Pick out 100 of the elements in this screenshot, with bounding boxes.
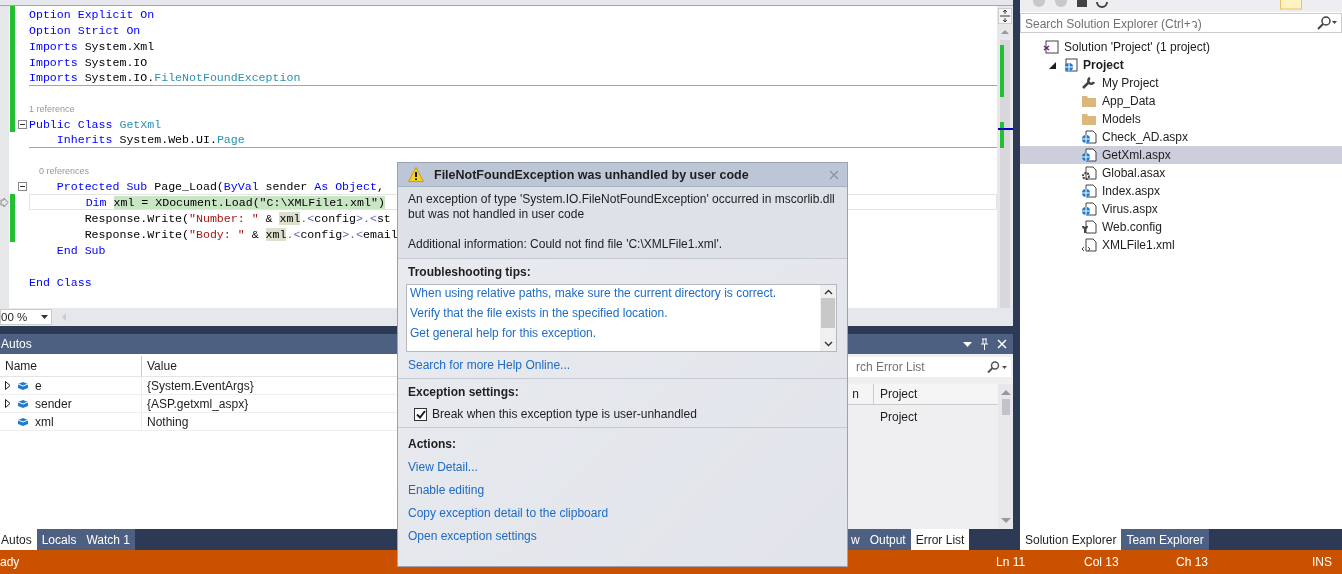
column-header[interactable]: Project	[874, 384, 918, 404]
gear-page-icon	[1081, 166, 1097, 180]
tree-item[interactable]: XMLFile1.xml	[1020, 236, 1342, 254]
variable-value: Nothing	[146, 414, 189, 429]
folder-icon	[1081, 94, 1097, 108]
code-line: Option Strict On	[29, 23, 141, 37]
tip-link[interactable]: Verify that the file exists in the specified location.	[410, 306, 817, 320]
tip-link[interactable]: Get general help for this exception.	[410, 326, 817, 340]
checkbox[interactable]	[414, 407, 427, 421]
dropdown-arrow-icon	[41, 315, 48, 319]
refresh-icon[interactable]	[1096, 0, 1108, 8]
additional-information: Additional information: Could not find file 'C:\XMLFile1.xml'.	[408, 237, 724, 252]
variable-icon	[17, 416, 29, 427]
variable-icon	[17, 398, 29, 409]
tree-item[interactable]: Index.aspx	[1020, 182, 1342, 200]
web-page-icon	[1081, 148, 1097, 162]
tree-item[interactable]: Project	[1020, 56, 1342, 74]
tip-link[interactable]: When using relative paths, make sure the current directory is correct.	[410, 286, 817, 300]
panel-tab[interactable]: Error List	[910, 529, 970, 550]
split-icon[interactable]	[998, 8, 1012, 24]
expand-arrow-icon[interactable]	[5, 381, 11, 390]
variable-name: sender	[35, 396, 72, 411]
code-line: Inherits System.Web.UI.Page	[55, 133, 245, 146]
tree-item[interactable]: Web.config	[1020, 218, 1342, 236]
xml-page-icon	[1081, 238, 1097, 252]
search-field[interactable]: Search Solution Explorer (Ctrl+ว)	[1020, 13, 1342, 33]
exception-message: An exception of type 'System.IO.FileNotFoundException' occurred in mscorlib.dll but was not handled in user code	[408, 192, 836, 222]
panel-title: Autos	[1, 337, 32, 351]
code-line: Imports System.IO	[29, 55, 148, 69]
variable-name: xml	[35, 414, 54, 429]
scrollbar[interactable]	[998, 384, 1013, 529]
panel-tab[interactable]: Locals	[36, 529, 82, 550]
popup-title: FileNotFoundException was unhandled by user code	[434, 167, 750, 182]
web-page-icon	[1081, 184, 1097, 198]
code-line: End Sub	[55, 243, 106, 257]
tree-item[interactable]: Models	[1020, 110, 1342, 128]
collapse-icon[interactable]	[17, 181, 27, 191]
expanded-arrow-icon[interactable]	[1049, 61, 1056, 69]
panel-tab[interactable]: Autos	[0, 529, 37, 550]
folder-icon	[1081, 112, 1097, 126]
search-icon	[1317, 16, 1337, 30]
tree-item[interactable]: Virus.aspx	[1020, 200, 1342, 218]
section-heading: Exception settings:	[408, 385, 520, 399]
expand-arrow-icon[interactable]	[5, 399, 11, 408]
scrollbar-track[interactable]	[1000, 40, 1010, 308]
tree-item[interactable]: My Project	[1020, 74, 1342, 92]
zoom-dropdown[interactable]: 00 %	[0, 309, 52, 325]
action-link[interactable]: View Detail...	[408, 460, 478, 474]
web-page-icon	[1081, 130, 1097, 144]
panel-tab[interactable]: Output	[864, 529, 911, 550]
code-line: Response.Write("Body: " & xml.<config>.<email	[83, 227, 398, 241]
code-line: Imports System.IO.FileNotFoundException	[29, 71, 301, 84]
code-line: Dim xml = XDocument.Load("C:\XMLFile1.xml")	[84, 195, 385, 209]
code-line: Protected Sub Page_Load(ByVal sender As Object,	[55, 179, 384, 193]
column-header[interactable]: Value	[142, 356, 177, 376]
tree-item[interactable]: Solution 'Project' (1 project)	[1020, 38, 1342, 56]
scrollbar[interactable]	[820, 285, 836, 351]
section-heading: Actions:	[408, 437, 456, 451]
column-number: Col 13	[1084, 555, 1120, 569]
insert-mode: INS	[1312, 555, 1332, 569]
tree-item[interactable]: App_Data	[1020, 92, 1342, 110]
code-line: End Class	[29, 275, 92, 289]
pin-icon[interactable]	[980, 338, 989, 350]
checkbox-label[interactable]: Break when this exception type is user-unhandled	[432, 407, 697, 421]
panel-tab[interactable]: Watch 1	[81, 529, 135, 550]
variable-name: e	[35, 378, 42, 393]
dropdown-arrow-icon[interactable]	[963, 341, 972, 347]
table-cell: Project	[880, 410, 918, 424]
variable-icon	[17, 380, 29, 391]
scroll-down-icon[interactable]	[823, 341, 833, 347]
section-heading: Troubleshooting tips:	[408, 265, 532, 279]
scrollbar-thumb[interactable]	[1001, 399, 1010, 415]
web-page-icon	[1081, 202, 1097, 216]
column-header[interactable]: Name	[0, 356, 142, 376]
tree-item[interactable]: Global.asax	[1020, 164, 1342, 182]
action-link[interactable]: Enable editing	[408, 483, 485, 497]
checkmark-icon	[415, 409, 426, 419]
config-page-icon	[1081, 220, 1097, 234]
scrollbar-thumb[interactable]	[821, 298, 835, 328]
character-number: Ch 13	[1176, 555, 1210, 569]
collapse-icon[interactable]	[17, 119, 27, 129]
code-line: Imports System.Xml	[29, 39, 155, 53]
variable-value: {System.EventArgs}	[146, 378, 254, 393]
scrollbar[interactable]	[997, 6, 1013, 308]
panel-tab[interactable]: Team Explorer	[1121, 529, 1209, 550]
code-line: Public Class GetXml	[29, 117, 162, 131]
tree-item[interactable]: GetXml.aspx	[1020, 146, 1342, 164]
scroll-up-icon[interactable]	[823, 289, 833, 295]
action-link[interactable]: Open exception settings	[408, 529, 537, 543]
search-icon	[987, 361, 1007, 373]
warning-icon	[408, 167, 424, 182]
wrench-icon	[1081, 76, 1097, 90]
status-message: ady	[0, 555, 21, 569]
web-project-icon	[1062, 58, 1078, 72]
panel-tab[interactable]: Solution Explorer	[1020, 529, 1122, 550]
action-link[interactable]: Copy exception detail to the clipboard	[408, 506, 609, 520]
code-line: Response.Write("Number: " & xml.<config>.<st	[83, 211, 391, 225]
help-link[interactable]: Search for more Help Online...	[408, 358, 571, 372]
tree-item[interactable]: Check_AD.aspx	[1020, 128, 1342, 146]
line-number: Ln 11	[996, 555, 1027, 569]
